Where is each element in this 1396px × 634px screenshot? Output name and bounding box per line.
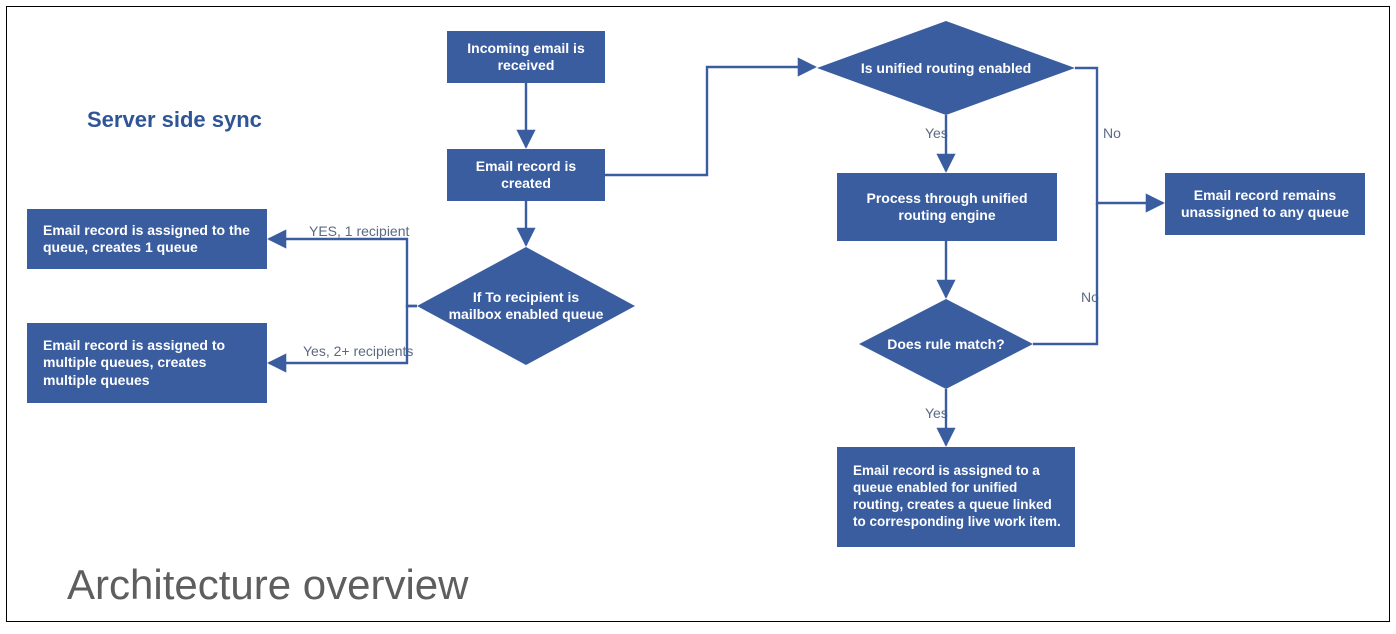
decision-rule-label: Does rule match? xyxy=(859,299,1033,389)
node-created: Email record is created xyxy=(447,149,605,201)
edge-label-rule-yes: Yes xyxy=(925,405,948,421)
node-assigned-unified: Email record is assigned to a queue enab… xyxy=(837,447,1075,547)
edge-label-unified-yes: Yes xyxy=(925,125,948,141)
node-incoming: Incoming email is received xyxy=(447,31,605,83)
decision-mailbox: If To recipient is mailbox enabled queue xyxy=(417,247,635,365)
page-title: Architecture overview xyxy=(67,561,468,609)
node-unassigned: Email record remains unassigned to any q… xyxy=(1165,173,1365,235)
node-multi-queue: Email record is assigned to multiple que… xyxy=(27,323,267,403)
edge-label-single: YES, 1 recipient xyxy=(309,223,409,239)
decision-rule: Does rule match? xyxy=(859,299,1033,389)
edge-label-rule-no: No xyxy=(1081,289,1099,305)
edge-label-unified-no: No xyxy=(1103,125,1121,141)
diagram-canvas: Server side sync Architecture overview E… xyxy=(6,6,1390,622)
decision-unified: Is unified routing enabled xyxy=(817,21,1075,115)
node-single-queue: Email record is assigned to the queue, c… xyxy=(27,209,267,269)
edge-label-multi: Yes, 2+ recipients xyxy=(303,343,413,359)
decision-unified-label: Is unified routing enabled xyxy=(817,21,1075,115)
section-title: Server side sync xyxy=(87,107,262,133)
node-engine: Process through unified routing engine xyxy=(837,173,1057,241)
decision-mailbox-label: If To recipient is mailbox enabled queue xyxy=(417,247,635,365)
connectors xyxy=(7,7,1389,621)
